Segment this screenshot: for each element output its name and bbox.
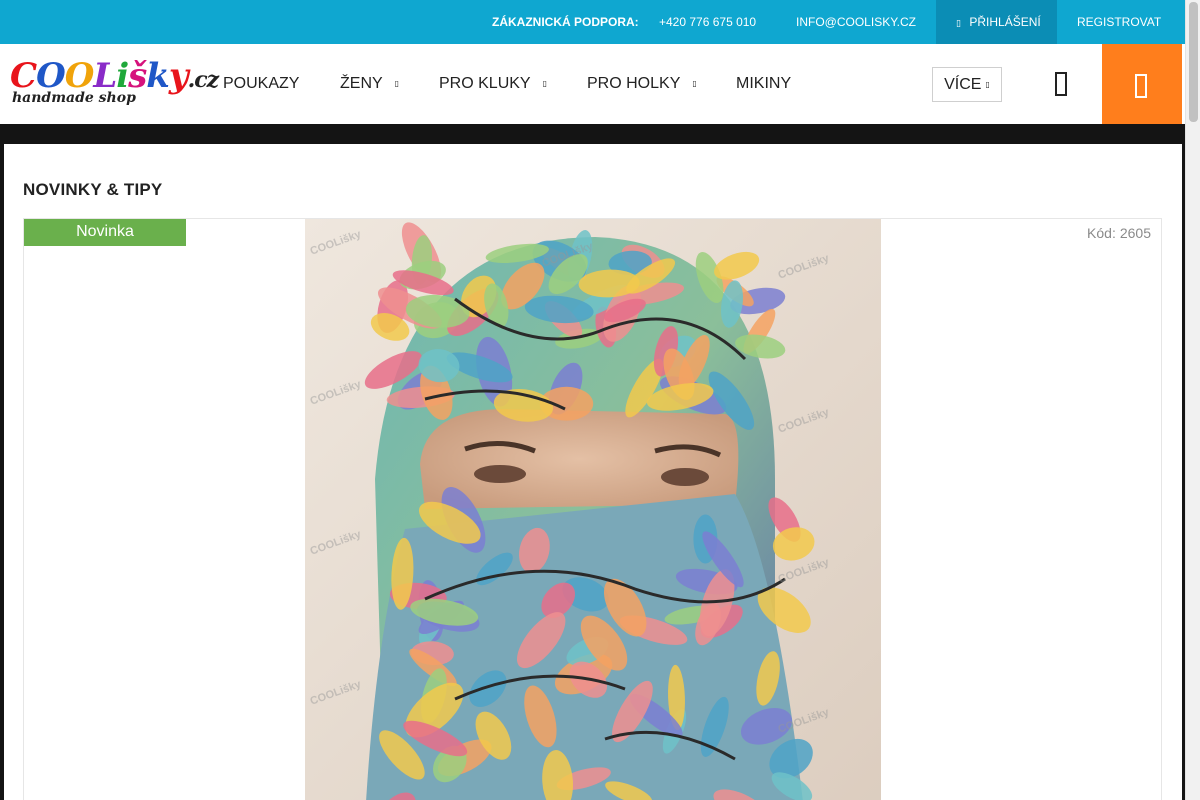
nav-item-label: MIKINY [736,75,792,92]
nav-item-label: PRO KLUKY [439,75,531,93]
new-badge: Novinka [24,219,186,246]
logo-tagline: handmade shop [12,90,136,106]
nav-item-pro-holky[interactable]: PRO HOLKY ▯ [587,44,697,124]
product-code-label: Kód: [1087,225,1116,241]
login-button[interactable]: ▯ PŘIHLÁŠENÍ [936,0,1057,44]
logo-letter: y [168,56,189,96]
nav-item-label: PRO HOLKY [587,75,681,93]
more-menu-button[interactable]: VÍCE ▯ [932,67,1002,102]
product-image[interactable]: COOLišky COOLišky COOLišky COOLišky COOL… [305,219,881,800]
top-bar: ZÁKAZNICKÁ PODPORA: +420 776 675 010 INF… [0,0,1185,44]
login-icon: ▯ [956,18,961,28]
support-label: ZÁKAZNICKÁ PODPORA: [492,15,639,29]
chevron-down-icon: ▯ [394,79,400,88]
chevron-down-icon: ▯ [692,79,697,88]
chevron-down-icon: ▯ [985,80,990,90]
site-logo[interactable]: COOLišky.cz handmade shop [10,56,219,110]
product-code: Kód: 2605 [1087,225,1151,241]
section-title: NOVINKY & TIPY [23,180,163,199]
search-icon [1055,72,1067,96]
cart-button[interactable] [1102,44,1182,124]
balaclava-illustration [305,219,881,800]
register-link[interactable]: REGISTROVAT [1077,0,1161,44]
nav-item-label: POUKAZY [223,75,300,92]
nav-item-poukazy[interactable]: POUKAZY [223,44,299,124]
support-phone-link[interactable]: +420 776 675 010 [659,0,756,44]
support-email-link[interactable]: INFO@COOLISKY.CZ [796,0,916,44]
nav-item-mikiny[interactable]: MIKINY [736,44,791,124]
nav-item-pro-kluky[interactable]: PRO KLUKY ▯ [439,44,547,124]
login-label: PŘIHLÁŠENÍ [969,15,1041,29]
logo-letter: k [146,56,170,96]
main-content: NOVINKY & TIPY Novinka Kód: 2605 COOLišk… [4,144,1182,800]
more-menu-label: VÍCE [944,76,982,93]
nav-item-zeny[interactable]: ŽENY ▯ [340,44,399,124]
main-header: COOLišky.cz handmade shop POUKAZY ŽENY ▯ … [0,44,1185,124]
logo-letter: .cz [187,67,220,93]
search-button[interactable] [1046,68,1078,100]
chevron-down-icon: ▯ [542,79,547,88]
page-scrollbar[interactable] [1185,0,1200,800]
product-card[interactable]: Novinka Kód: 2605 COOLišky COOLišky COOL… [23,218,1162,800]
product-code-value: 2605 [1119,225,1151,241]
scrollbar-thumb[interactable] [1189,2,1198,122]
cart-icon [1135,74,1147,98]
nav-item-label: ŽENY [340,75,383,93]
